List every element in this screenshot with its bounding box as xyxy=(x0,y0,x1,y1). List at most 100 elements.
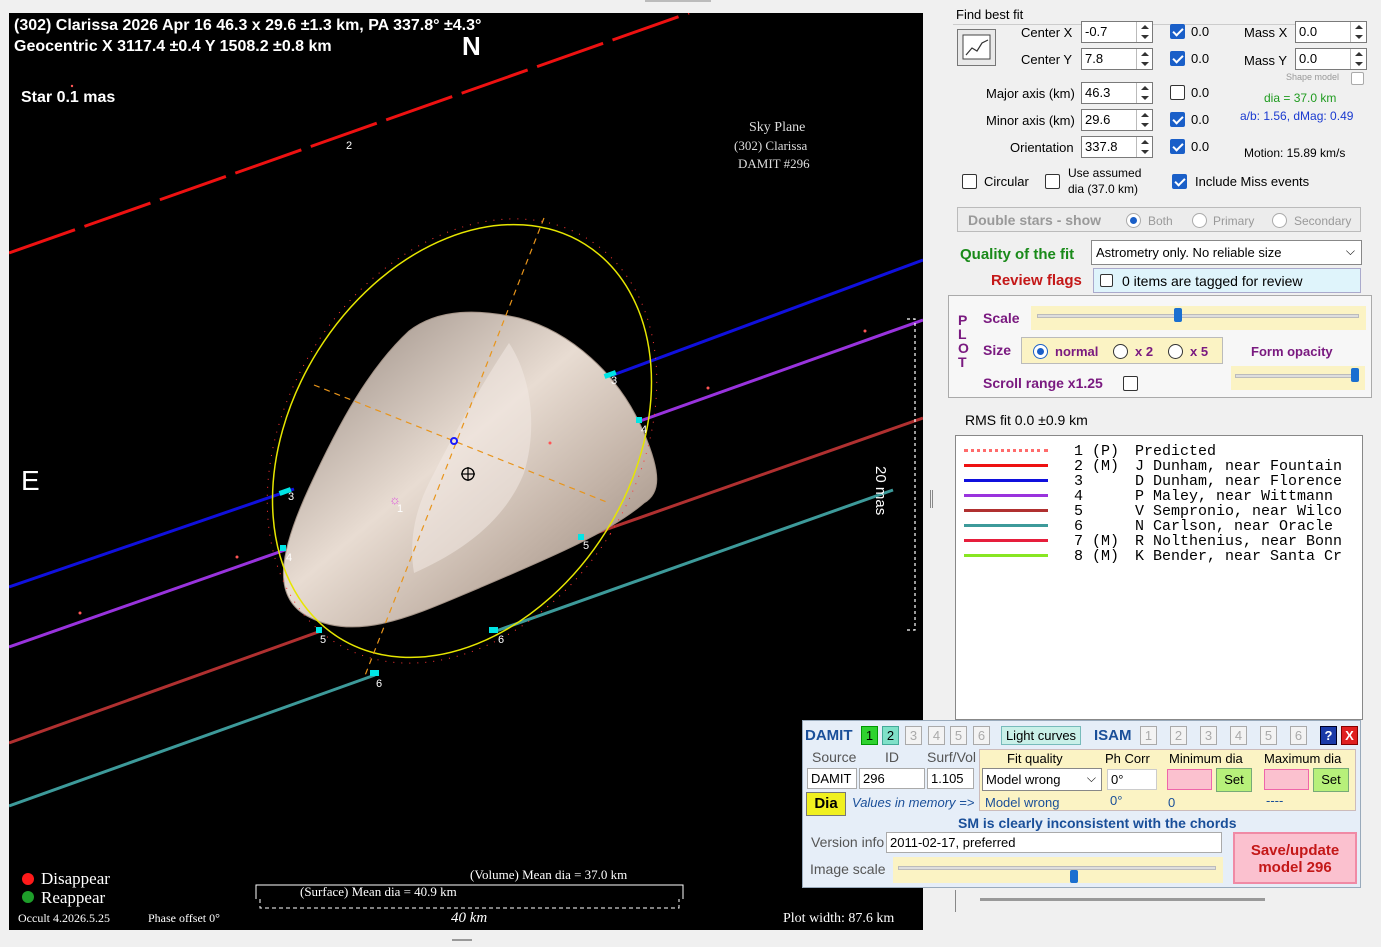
mass-y-label: Mass Y xyxy=(1244,53,1288,68)
primary-radio[interactable] xyxy=(1192,213,1207,228)
major-axis-label: Major axis (km) xyxy=(986,86,1075,101)
chord-line-3a xyxy=(9,487,295,589)
isam-num-1[interactable]: 1 xyxy=(1140,726,1157,745)
assumed-dia-checkbox[interactable] xyxy=(1045,174,1060,189)
reappear-dot xyxy=(22,891,34,903)
shape-model-checkbox[interactable] xyxy=(1351,72,1364,85)
chord-label-5l: 5 xyxy=(320,634,327,646)
damit-num-5[interactable]: 5 xyxy=(950,726,967,745)
orientation-input[interactable]: 337.8 xyxy=(1081,136,1153,158)
mass-x-input[interactable]: 0.0 xyxy=(1295,21,1367,43)
id-field: 296 xyxy=(859,768,925,789)
close-button[interactable]: X xyxy=(1341,726,1358,745)
chord-label-6l: 6 xyxy=(376,678,383,690)
max-dia-set-button[interactable]: Set xyxy=(1313,768,1349,792)
orientation-checkbox[interactable] xyxy=(1170,139,1185,154)
major-axis-checkbox[interactable] xyxy=(1170,85,1185,100)
center-y-input[interactable]: 7.8 xyxy=(1081,48,1153,70)
both-radio[interactable] xyxy=(1126,213,1141,228)
image-scale-thumb[interactable] xyxy=(1070,870,1078,883)
sky-plane-plot[interactable]: ☼ (302) Clarissa 2026 Apr 16 46.3 x 29.6… xyxy=(9,13,923,930)
secondary-radio[interactable] xyxy=(1272,213,1287,228)
chord-label-4l: 4 xyxy=(286,552,293,564)
disappear-dot xyxy=(22,873,34,885)
min-dia-label: Minimum dia xyxy=(1169,751,1243,766)
center-x-checkbox[interactable] xyxy=(1170,24,1185,39)
isam-num-3[interactable]: 3 xyxy=(1200,726,1217,745)
max-dia-field[interactable] xyxy=(1264,769,1309,790)
bottom-splitter[interactable] xyxy=(452,939,472,941)
disappear-label: Disappear xyxy=(41,869,110,888)
minor-axis-input[interactable]: 29.6 xyxy=(1081,109,1153,131)
legend-line-1 xyxy=(964,449,1048,452)
horizontal-scrollbar[interactable] xyxy=(980,898,1265,901)
fit-chart-button[interactable] xyxy=(957,29,996,66)
fit-quality-select[interactable]: Model wrong ⌵ xyxy=(982,768,1102,791)
isam-num-5[interactable]: 5 xyxy=(1260,726,1277,745)
memory-min-dia: 0 xyxy=(1168,795,1176,810)
surface-dia-label: (Surface) Mean dia = 40.9 km xyxy=(300,884,457,899)
size-x5-radio[interactable] xyxy=(1168,344,1183,359)
damit-num-2[interactable]: 2 xyxy=(882,726,899,745)
splitter-handle[interactable] xyxy=(930,490,933,508)
assumed-dia-label-2: dia (37.0 km) xyxy=(1068,182,1139,196)
version-info-label: Version info xyxy=(811,834,885,850)
version-label: Occult 4.2026.5.25 xyxy=(18,911,110,925)
light-curves-button[interactable]: Light curves xyxy=(1001,726,1081,745)
both-label: Both xyxy=(1148,214,1173,228)
volume-dia-label: (Volume) Mean dia = 37.0 km xyxy=(470,867,628,882)
center-x-label: Center X xyxy=(1021,25,1073,40)
opacity-slider[interactable] xyxy=(1231,366,1365,390)
opacity-slider-thumb[interactable] xyxy=(1351,368,1359,382)
sky-plane-asteroid: (302) Clarissa xyxy=(734,138,808,153)
help-button[interactable]: ? xyxy=(1320,726,1337,745)
isam-num-2[interactable]: 2 xyxy=(1170,726,1187,745)
image-scale-slider[interactable] xyxy=(893,857,1223,883)
minor-axis-checkbox[interactable] xyxy=(1170,112,1185,127)
damit-num-4[interactable]: 4 xyxy=(928,726,945,745)
quality-select[interactable]: Astrometry only. No reliable size ⌵ xyxy=(1091,240,1362,265)
observer-legend-list[interactable]: 1 (P) Predicted 2 (M) J Dunham, near Fountain… xyxy=(955,435,1363,720)
scale-slider[interactable] xyxy=(1031,306,1366,330)
chord-label-2: 2 xyxy=(346,140,353,152)
top-splitter[interactable] xyxy=(645,0,711,2)
major-axis-input[interactable]: 46.3 xyxy=(1081,82,1153,104)
quality-label: Quality of the fit xyxy=(960,246,1075,263)
phcorr-field[interactable]: 0° xyxy=(1107,769,1157,790)
min-dia-field[interactable] xyxy=(1167,769,1212,790)
chord-label-3l: 3 xyxy=(288,491,295,503)
max-dia-label: Maximum dia xyxy=(1264,751,1342,766)
damit-num-1[interactable]: 1 xyxy=(861,726,878,745)
chord-line-4a xyxy=(9,548,286,649)
center-x-input[interactable]: -0.7 xyxy=(1081,21,1153,43)
size-label: Size xyxy=(983,342,1012,358)
damit-num-6[interactable]: 6 xyxy=(973,726,990,745)
chord-line-5a xyxy=(9,629,322,745)
rms-label: RMS fit 0.0 ±0.9 km xyxy=(965,412,1088,428)
isam-num-4[interactable]: 4 xyxy=(1230,726,1247,745)
legend-scroll-area xyxy=(955,890,1363,912)
mass-y-input[interactable]: 0.0 xyxy=(1295,48,1367,70)
dia-label: dia = 37.0 km xyxy=(1264,91,1337,105)
review-flags-field[interactable]: 0 items are tagged for review xyxy=(1093,268,1361,293)
size-x5-label: x 5 xyxy=(1190,344,1209,359)
scale-slider-thumb[interactable] xyxy=(1174,308,1182,322)
dia-button[interactable]: Dia xyxy=(806,792,846,816)
isam-num-6[interactable]: 6 xyxy=(1290,726,1307,745)
include-miss-checkbox[interactable] xyxy=(1172,174,1187,189)
surfvol-field: 1.105 xyxy=(927,768,974,789)
min-dia-set-button[interactable]: Set xyxy=(1216,768,1252,792)
save-update-model-button[interactable]: Save/update model 296 xyxy=(1233,832,1357,884)
scroll-range-checkbox[interactable] xyxy=(1123,376,1138,391)
size-normal-radio[interactable] xyxy=(1033,344,1048,359)
orientation-label: Orientation xyxy=(1010,140,1074,155)
center-y-checkbox[interactable] xyxy=(1170,51,1185,66)
circular-checkbox[interactable] xyxy=(962,174,977,189)
review-flags-checkbox[interactable] xyxy=(1100,274,1113,287)
phcorr-label: Ph Corr xyxy=(1105,751,1150,766)
legend-entry-8[interactable]: 8 (M) K Bender, near Santa Cr xyxy=(1074,548,1342,565)
damit-num-3[interactable]: 3 xyxy=(905,726,922,745)
size-x2-radio[interactable] xyxy=(1113,344,1128,359)
scroll-range-label: Scroll range x1.25 xyxy=(983,375,1103,391)
plot-side-label: PLOT xyxy=(958,312,969,370)
